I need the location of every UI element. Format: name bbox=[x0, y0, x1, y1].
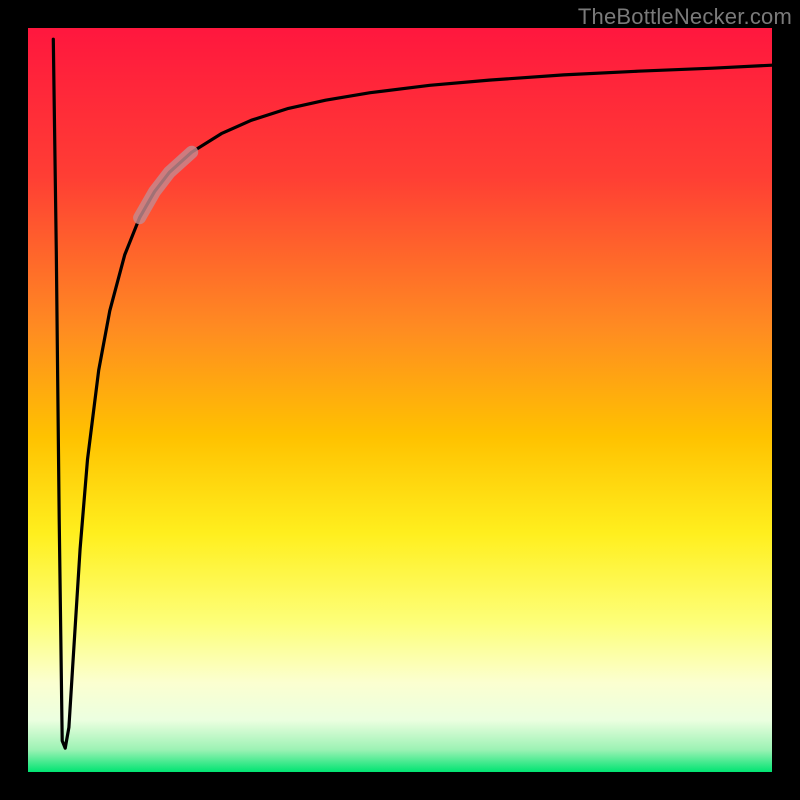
chart-container: TheBottleNecker.com bbox=[0, 0, 800, 800]
chart-svg bbox=[0, 0, 800, 800]
plot-background bbox=[28, 28, 772, 772]
watermark-label: TheBottleNecker.com bbox=[578, 4, 792, 30]
